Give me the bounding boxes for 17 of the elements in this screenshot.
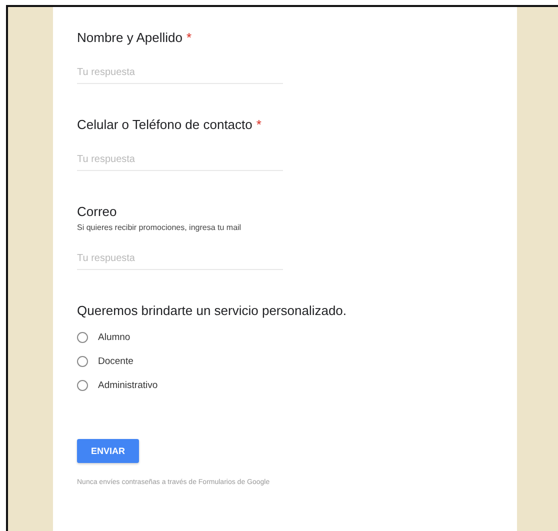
- radio-button[interactable]: [77, 380, 88, 391]
- option-label: Docente: [98, 356, 134, 367]
- answer-field[interactable]: Tu respuesta: [77, 150, 283, 171]
- question-title: Correo: [77, 204, 117, 219]
- option-label: Administrativo: [98, 380, 158, 391]
- submit-button[interactable]: ENVIAR: [77, 439, 140, 463]
- answer-field[interactable]: Tu respuesta: [77, 63, 283, 84]
- question-title: Queremos brindarte un servicio personalizado.: [77, 303, 347, 318]
- question-title: Nombre y Apellido: [77, 30, 182, 45]
- required-mark: *: [186, 30, 192, 45]
- question-help: Si quieres recibir promociones, ingresa tu mail: [77, 223, 242, 233]
- question-title: Celular o Teléfono de contacto: [77, 117, 252, 132]
- radio-button[interactable]: [77, 332, 88, 343]
- option-label: Alumno: [98, 332, 130, 343]
- answer-field[interactable]: Tu respuesta: [77, 249, 283, 270]
- required-mark: *: [256, 117, 262, 132]
- radio-button[interactable]: [77, 356, 88, 367]
